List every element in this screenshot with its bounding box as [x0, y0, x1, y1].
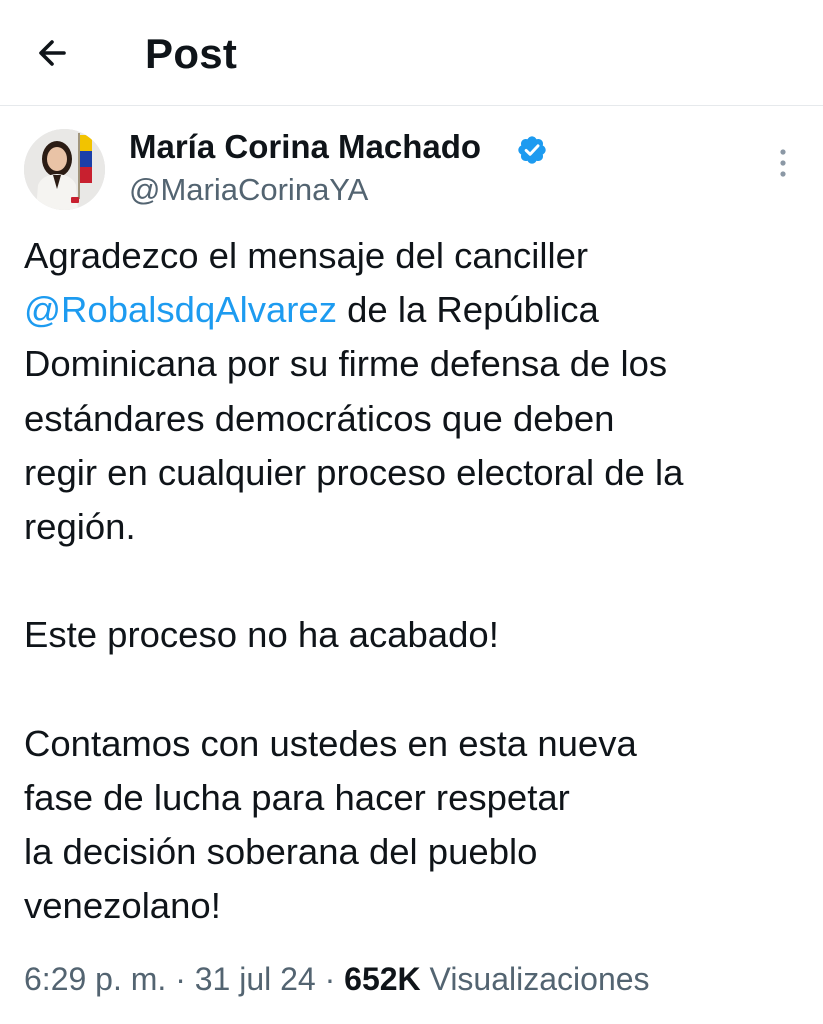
- post-time[interactable]: 6:29 p. m.: [24, 961, 166, 997]
- meta-separator: ·: [315, 961, 345, 997]
- avatar-image: [24, 129, 105, 210]
- arrow-left-icon: [39, 40, 66, 66]
- post-date[interactable]: 31 jul 24: [195, 961, 316, 997]
- author-handle[interactable]: @MariaCorinaYA: [129, 171, 368, 209]
- mention-link[interactable]: @RobalsdqAlvarez: [24, 289, 337, 330]
- back-button[interactable]: [30, 30, 82, 76]
- post-line: Dominicana por su firme defensa de los: [24, 343, 668, 385]
- post-line: estándares democráticos que deben: [24, 397, 615, 439]
- post-line: Contamos con ustedes en esta nueva: [24, 722, 637, 764]
- post-line: regir en cualquier proceso electoral de …: [24, 451, 684, 493]
- post-line: fase de lucha para hacer respetar: [24, 777, 570, 818]
- post-text: Agradezco el mensaje del canciller @Roba…: [24, 229, 814, 934]
- meta-separator: ·: [166, 961, 195, 997]
- avatar[interactable]: [24, 129, 105, 210]
- post-metadata: 6:29 p. m. · 31 jul 24 · 652K Visualizac…: [24, 957, 650, 1001]
- more-vertical-icon: [780, 149, 786, 177]
- views-count[interactable]: 652K: [344, 961, 421, 997]
- more-options-button[interactable]: [766, 146, 800, 182]
- post-line: @RobalsdqAlvarez de la República: [24, 283, 814, 337]
- post-line: Este proceso no ha acabado!: [24, 614, 499, 656]
- header-bar: Post: [0, 0, 823, 106]
- author-name[interactable]: María Corina Machado: [129, 127, 481, 167]
- views-label: Visualizaciones: [420, 961, 650, 997]
- verified-badge-icon: [518, 136, 546, 164]
- post-line: venezolano!: [24, 885, 221, 927]
- post-line: región.: [24, 506, 136, 548]
- page-title: Post: [145, 30, 238, 77]
- post-line-rest: de la República: [336, 289, 599, 331]
- post-line: la decisión soberana del pueblo: [24, 831, 538, 873]
- post-line: Agradezco el mensaje del canciller: [24, 235, 589, 276]
